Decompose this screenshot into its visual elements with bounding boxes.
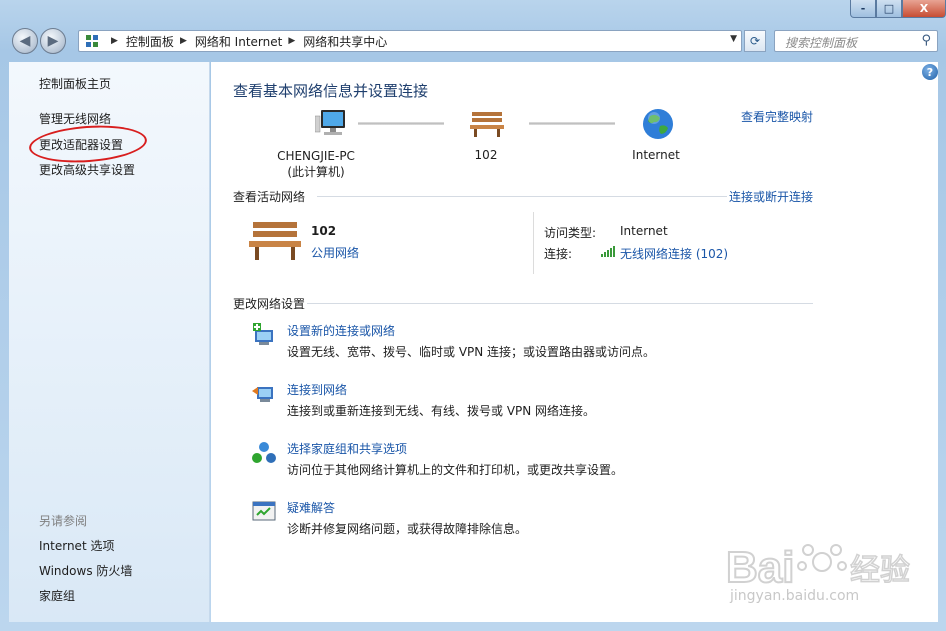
breadcrumb-separator[interactable]: ▶: [180, 36, 187, 46]
search-placeholder: 搜索控制面板: [785, 36, 858, 50]
forward-button[interactable]: ▶: [40, 28, 66, 54]
computer-name: CHENGJIE-PC: [277, 149, 355, 163]
arrow-left-icon: ◀: [19, 33, 31, 49]
computer-sub: (此计算机): [287, 165, 345, 179]
homegroup-icon: [252, 442, 276, 463]
access-type-label: 访问类型:: [544, 226, 597, 240]
setup-connection-link[interactable]: 设置新的连接或网络: [287, 322, 395, 339]
address-bar[interactable]: ▶ 控制面板 ▶ 网络和 Internet ▶ 网络和共享中心 ▼: [78, 30, 742, 52]
breadcrumb-control-panel[interactable]: 控制面板: [126, 33, 174, 50]
connect-network-icon: [252, 387, 273, 402]
new-connection-icon: [253, 323, 273, 345]
task-homegroup-sharing: 选择家庭组和共享选项 访问位于其他网络计算机上的文件和打印机，或更改共享设置。: [251, 440, 811, 480]
close-button[interactable]: X: [902, 0, 946, 18]
breadcrumb-separator[interactable]: ▶: [111, 36, 118, 46]
task-description: 连接到或重新连接到无线、有线、拨号或 VPN 网络连接。: [287, 404, 596, 418]
task-connect-network: 连接到网络 连接到或重新连接到无线、有线、拨号或 VPN 网络连接。: [251, 381, 811, 421]
computer-node[interactable]: [267, 108, 367, 143]
access-type-value: Internet: [620, 224, 668, 238]
red-highlight-circle: [27, 121, 149, 167]
active-networks-heading: 查看活动网络: [233, 190, 306, 204]
sidebar: 控制面板主页 管理无线网络 更改适配器设置 更改高级共享设置 另请参阅 Inte…: [9, 62, 210, 622]
internet-node[interactable]: [641, 108, 675, 143]
task-description: 诊断并修复网络问题，或获得故障排除信息。: [287, 522, 528, 536]
computer-node-label: CHENGJIE-PC (此计算机): [251, 148, 381, 180]
task-setup-connection: 设置新的连接或网络 设置无线、宽带、拨号、临时或 VPN 连接；或设置路由器或访…: [251, 322, 811, 362]
network-node[interactable]: [469, 108, 505, 141]
chevron-down-icon[interactable]: ▼: [730, 34, 737, 44]
sidebar-link-home[interactable]: 控制面板主页: [39, 75, 111, 92]
section-divider: [317, 196, 727, 197]
window-frame: - □ X ◀ ▶ ▶ 控制面板 ▶ 网络和 Internet ▶ 网络和共享中…: [0, 0, 946, 631]
connection-label: 连接:: [544, 247, 573, 261]
section-divider: [307, 303, 813, 304]
network-link-line: [358, 122, 444, 125]
breadcrumb-separator[interactable]: ▶: [288, 36, 295, 46]
view-full-map-link[interactable]: 查看完整映射: [741, 108, 813, 125]
search-input[interactable]: 搜索控制面板 ⚲: [774, 30, 938, 52]
sidebar-link-advanced-sharing[interactable]: 更改高级共享设置: [39, 161, 135, 178]
task-description: 设置无线、宽带、拨号、临时或 VPN 连接；或设置路由器或访问点。: [287, 345, 656, 359]
troubleshoot-icon: [252, 501, 276, 521]
navigation-bar: ◀ ▶ ▶ 控制面板 ▶ 网络和 Internet ▶ 网络和共享中心 ▼ ⟳ …: [8, 28, 938, 54]
search-icon[interactable]: ⚲: [921, 33, 931, 48]
network-type-link[interactable]: 公用网络: [311, 244, 359, 261]
wireless-connection-link[interactable]: 无线网络连接 (102): [620, 245, 728, 262]
svg-text:Bai: Bai: [726, 543, 794, 592]
internet-node-label: Internet: [632, 148, 680, 162]
sidebar-link-windows-firewall[interactable]: Windows 防火墙: [39, 562, 132, 579]
computer-icon: [314, 110, 345, 135]
change-settings-heading: 更改网络设置: [233, 297, 306, 311]
help-icon[interactable]: ?: [922, 64, 938, 80]
caption-buttons: - □ X: [850, 0, 946, 18]
control-panel-icon: [86, 35, 98, 47]
active-network-icon[interactable]: [249, 218, 309, 264]
network-link-line: [529, 122, 615, 125]
watermark-url: jingyan.baidu.com: [730, 588, 860, 604]
bench-icon: [249, 222, 301, 260]
connect-network-link[interactable]: 连接到网络: [287, 381, 347, 398]
svg-text:经验: 经验: [850, 553, 910, 588]
minimize-button[interactable]: -: [850, 0, 876, 18]
globe-icon: [643, 109, 673, 139]
page-title: 查看基本网络信息并设置连接: [233, 82, 429, 100]
bench-icon: [470, 112, 504, 137]
sidebar-link-manage-wireless[interactable]: 管理无线网络: [39, 110, 111, 127]
sidebar-link-internet-options[interactable]: Internet 选项: [39, 537, 114, 554]
network-name: 102: [311, 224, 337, 238]
connect-disconnect-link[interactable]: 连接或断开连接: [729, 188, 813, 205]
sidebar-link-homegroup[interactable]: 家庭组: [39, 587, 75, 604]
refresh-icon: ⟳: [749, 34, 761, 48]
homegroup-sharing-link[interactable]: 选择家庭组和共享选项: [287, 440, 407, 457]
network-node-label: 102: [474, 148, 498, 162]
troubleshoot-link[interactable]: 疑难解答: [287, 499, 335, 516]
refresh-button[interactable]: ⟳: [744, 30, 766, 52]
arrow-right-icon: ▶: [47, 33, 59, 49]
vertical-divider: [533, 212, 534, 274]
task-description: 访问位于其他网络计算机上的文件和打印机，或更改共享设置。: [287, 463, 624, 477]
see-also-heading: 另请参阅: [39, 514, 88, 528]
breadcrumb-network-sharing-center[interactable]: 网络和共享中心: [303, 33, 387, 50]
maximize-button[interactable]: □: [876, 0, 902, 18]
wifi-signal-icon: [601, 246, 615, 257]
back-button[interactable]: ◀: [12, 28, 38, 54]
breadcrumb-network-internet[interactable]: 网络和 Internet: [195, 33, 282, 50]
